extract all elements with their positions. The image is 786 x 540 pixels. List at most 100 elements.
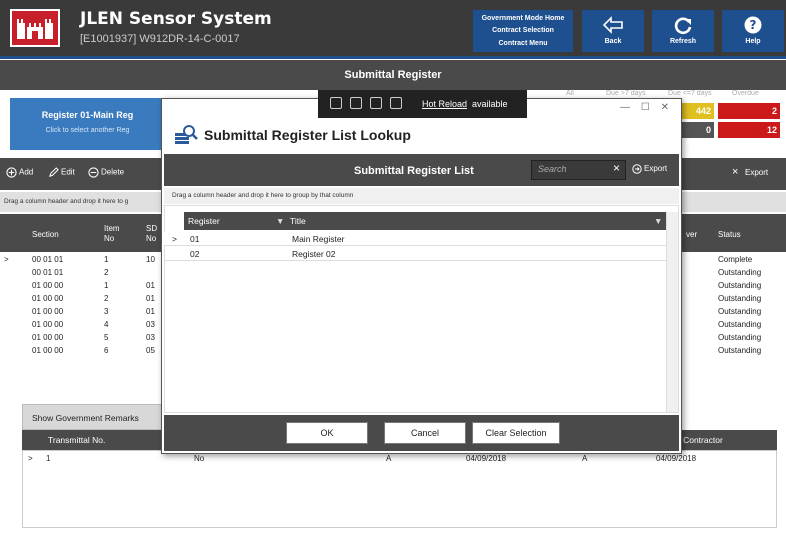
cell-status: Outstanding — [718, 281, 762, 290]
delete-label: Delete — [101, 167, 125, 177]
help-icon: ? — [744, 16, 762, 34]
count-header-overdue: Overdue — [732, 90, 759, 97]
row-indicator-icon: > — [28, 454, 33, 463]
row-indicator-icon: > — [4, 255, 9, 264]
col-status[interactable]: Status — [718, 230, 741, 239]
col-title[interactable]: Title — [290, 216, 306, 226]
cell-sd: 01 — [146, 307, 155, 316]
cell-sd: 01 — [146, 294, 155, 303]
export-button[interactable]: Export — [632, 164, 667, 174]
register-selector-button[interactable]: Register 01-Main Reg Click to select ano… — [10, 98, 165, 150]
register-filter-icon[interactable]: ▼ — [276, 216, 284, 226]
hot-reload-link[interactable]: Hot Reload — [422, 99, 467, 109]
register-grid-header: Register ▼ Title ▼ — [184, 212, 666, 230]
table-row[interactable]: > 01 Main Register — [164, 232, 666, 246]
col-sd-no[interactable]: SD No — [146, 224, 160, 244]
dialog-title-text: Submittal Register List Lookup — [204, 127, 411, 143]
refresh-icon — [674, 17, 692, 35]
cell-item: 1 — [104, 281, 109, 290]
edit-label: Edit — [61, 167, 75, 177]
cell-status: Outstanding — [718, 333, 762, 342]
cell-col3: A — [386, 454, 392, 463]
register-selector-title: Register 01-Main Reg — [41, 110, 134, 120]
edit-icon — [49, 167, 59, 177]
cell-item: 1 — [104, 255, 109, 264]
title-filter-icon[interactable]: ▼ — [654, 216, 662, 226]
help-label: Help — [745, 38, 761, 45]
castle-logo-icon — [10, 9, 60, 47]
gov-mode-home-link[interactable]: Government Mode Home — [473, 15, 573, 22]
track-focus-icon[interactable] — [370, 97, 382, 109]
cell-status: Outstanding — [718, 294, 762, 303]
bg-search-clear-icon[interactable]: × — [732, 166, 738, 178]
hot-reload-status: available — [472, 99, 508, 109]
count-header-due-gt7: Due >7 days — [606, 90, 646, 97]
cell-date2: 04/09/2018 — [656, 454, 697, 463]
cell-title: Main Register — [292, 234, 345, 244]
col-register[interactable]: Register — [188, 216, 220, 226]
cell-status: Outstanding — [718, 346, 762, 355]
cell-transmittal: 1 — [46, 454, 51, 463]
grid-scrollbar[interactable] — [666, 212, 678, 412]
table-row[interactable]: > 1 No A 04/09/2018 A 04/09/2018 — [22, 452, 777, 466]
contract-menu-link[interactable]: Contract Menu — [473, 40, 573, 47]
refresh-button[interactable]: Refresh — [652, 10, 714, 52]
count-header-all: All — [566, 90, 574, 97]
row-indicator-icon: > — [172, 234, 177, 244]
register-lookup-dialog: — ☐ ✕ Submittal Register List Lookup Sub… — [161, 98, 682, 454]
window-controls[interactable]: — ☐ ✕ — [620, 102, 673, 113]
select-element-icon[interactable] — [330, 97, 342, 109]
cell-section: 01 00 00 — [32, 320, 64, 329]
cell-item: 2 — [104, 294, 109, 303]
cell-item: 4 — [104, 320, 109, 329]
refresh-label: Refresh — [669, 38, 697, 45]
col-item-no[interactable]: Item No — [104, 224, 128, 244]
show-government-remarks-button[interactable]: Show Government Remarks — [22, 404, 162, 430]
cell-col2: No — [194, 454, 205, 463]
ok-button[interactable]: OK — [286, 422, 368, 444]
search-clear-icon[interactable]: × — [613, 161, 620, 175]
group-drop-zone[interactable]: Drag a column header and drop it here to… — [164, 188, 679, 204]
col-section[interactable]: Section — [32, 230, 59, 239]
contract-selection-link[interactable]: Contract Selection — [473, 27, 573, 34]
cell-status: Outstanding — [718, 268, 762, 277]
bg-export-button[interactable]: Export — [745, 168, 768, 177]
delete-button[interactable]: Delete — [88, 167, 124, 178]
col-to-contractor[interactable]: o Contractor — [676, 435, 723, 445]
add-button[interactable]: Add — [6, 167, 33, 178]
contract-subtitle: [E1001937] W912DR-14-C-0017 — [80, 33, 240, 45]
back-arrow-icon — [602, 16, 623, 34]
display-layout-icon[interactable] — [350, 97, 362, 109]
help-button[interactable]: ? Help — [722, 10, 784, 52]
svg-text:?: ? — [750, 18, 757, 32]
clear-selection-button[interactable]: Clear Selection — [472, 422, 560, 444]
dialog-footer: OK Cancel Clear Selection — [164, 415, 679, 451]
overdue-count: 2 — [718, 103, 780, 119]
count-header-due-le7: Due <=7 days — [668, 90, 712, 97]
cell-section: 00 01 01 — [32, 268, 64, 277]
list-title: Submittal Register List — [354, 165, 474, 177]
edit-button[interactable]: Edit — [48, 167, 75, 178]
binding-failures-icon[interactable] — [390, 97, 402, 109]
cell-section: 01 00 00 — [32, 346, 64, 355]
back-label: Back — [604, 38, 622, 45]
cell-section: 01 00 00 — [32, 294, 64, 303]
cell-section: 01 00 00 — [32, 333, 64, 342]
cell-item: 3 — [104, 307, 109, 316]
search-input[interactable]: Search — [531, 160, 626, 180]
cell-section: 01 00 00 — [32, 281, 64, 290]
cell-sd: 03 — [146, 333, 155, 342]
col-transmittal-no[interactable]: Transmittal No. — [48, 435, 105, 445]
cell-section: 00 01 01 — [32, 255, 64, 264]
cell-sd: 03 — [146, 320, 155, 329]
register-selector-hint: Click to select another Reg — [45, 127, 130, 134]
cell-status: Outstanding — [718, 307, 762, 316]
cell-item: 5 — [104, 333, 109, 342]
back-button[interactable]: Back — [582, 10, 644, 52]
col-approver[interactable]: ver — [686, 230, 697, 239]
table-row[interactable]: 02 Register 02 — [164, 247, 666, 261]
due-soon-count: 442 — [682, 103, 714, 119]
cell-sd: 05 — [146, 346, 155, 355]
cancel-button[interactable]: Cancel — [384, 422, 466, 444]
cell-sd: 10 — [146, 255, 155, 264]
